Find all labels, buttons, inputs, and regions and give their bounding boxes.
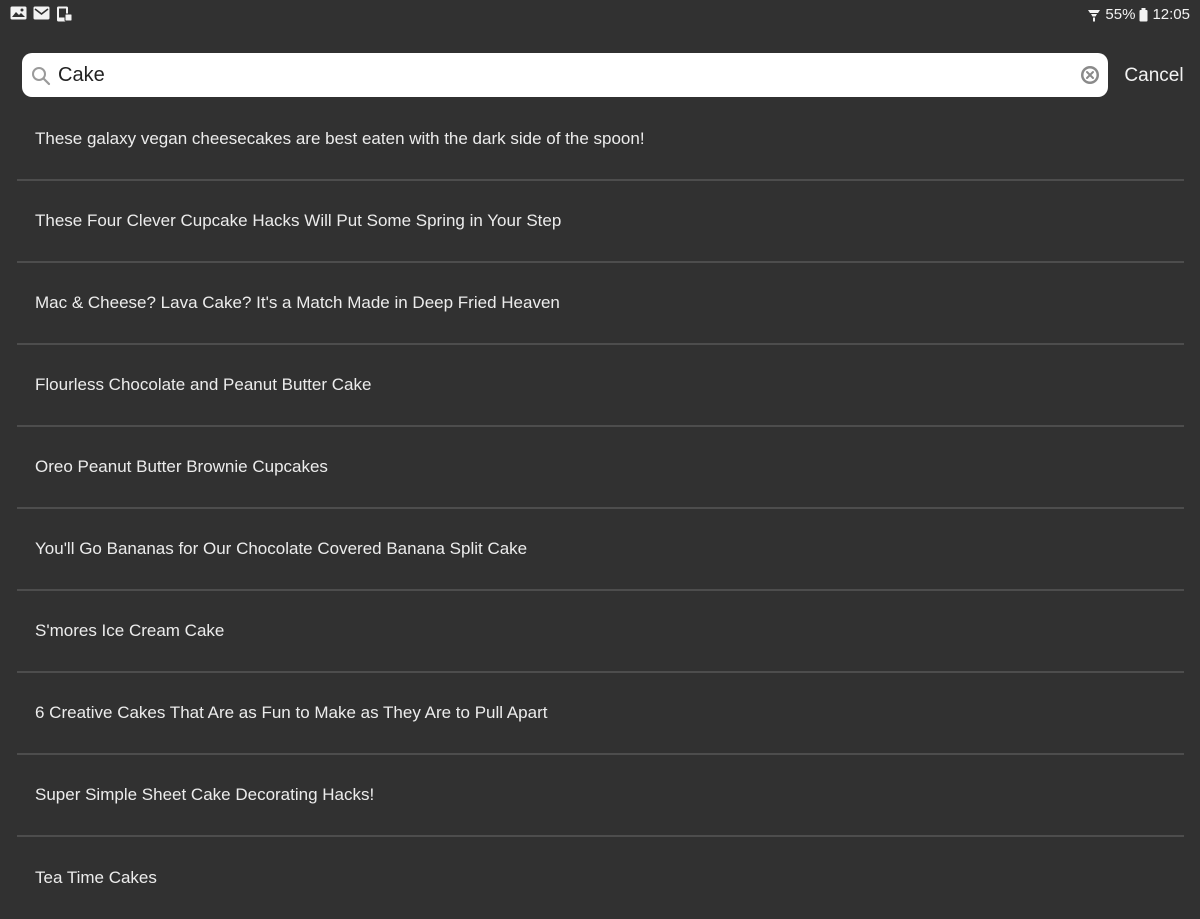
search-box[interactable] (22, 53, 1108, 97)
mail-icon (33, 6, 50, 22)
list-item[interactable]: 6 Creative Cakes That Are as Fun to Make… (17, 673, 1184, 755)
list-item[interactable]: Oreo Peanut Butter Brownie Cupcakes (17, 427, 1184, 509)
battery-percent: 55% (1105, 6, 1136, 23)
notification-icons (10, 6, 73, 22)
clear-search-icon[interactable] (1080, 65, 1100, 85)
phone-icon (56, 6, 73, 22)
list-item[interactable]: Super Simple Sheet Cake Decorating Hacks… (17, 755, 1184, 837)
cancel-button[interactable]: Cancel (1112, 61, 1196, 91)
gallery-icon (10, 6, 27, 22)
list-item[interactable]: Tea Time Cakes (17, 837, 1184, 919)
search-results-list: These galaxy vegan cheesecakes are best … (17, 99, 1184, 919)
list-item[interactable]: These Four Clever Cupcake Hacks Will Put… (17, 181, 1184, 263)
list-item[interactable]: Mac & Cheese? Lava Cake? It's a Match Ma… (17, 263, 1184, 345)
search-input[interactable] (58, 57, 1068, 93)
clock: 12:05 (1152, 6, 1190, 23)
list-item[interactable]: These galaxy vegan cheesecakes are best … (17, 99, 1184, 181)
status-bar: 55% 12:05 (0, 0, 1200, 32)
battery-icon (1139, 7, 1148, 22)
list-item[interactable]: S'mores Ice Cream Cake (17, 591, 1184, 673)
search-icon (30, 65, 52, 87)
system-status: 55% 12:05 (1087, 6, 1190, 23)
list-item[interactable]: Flourless Chocolate and Peanut Butter Ca… (17, 345, 1184, 427)
list-item[interactable]: You'll Go Bananas for Our Chocolate Cove… (17, 509, 1184, 591)
wifi-icon (1087, 8, 1101, 22)
search-bar: Cancel (0, 53, 1200, 99)
